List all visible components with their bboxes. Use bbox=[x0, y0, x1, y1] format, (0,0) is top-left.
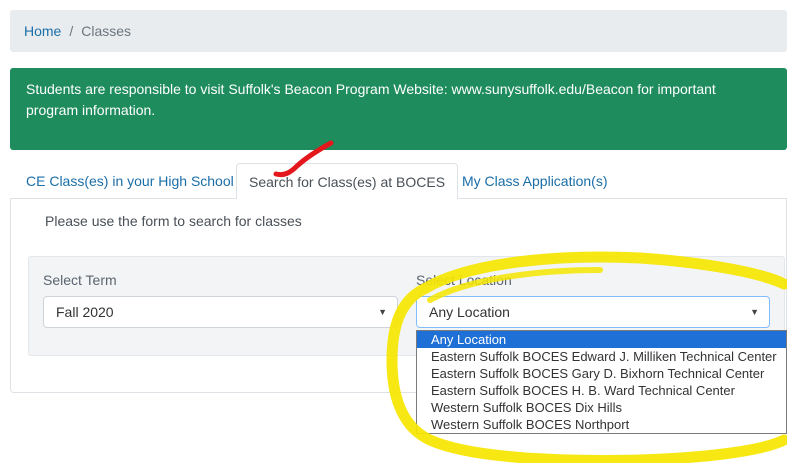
breadcrumb: Home / Classes bbox=[10, 10, 787, 52]
beacon-info-alert: Students are responsible to visit Suffol… bbox=[10, 68, 787, 150]
breadcrumb-separator: / bbox=[69, 23, 74, 39]
breadcrumb-current: Classes bbox=[81, 23, 132, 39]
tab-search-boces[interactable]: Search for Class(es) at BOCES bbox=[236, 163, 459, 200]
location-dropdown-list: Any Location Eastern Suffolk BOCES Edwar… bbox=[416, 330, 787, 434]
location-option[interactable]: Eastern Suffolk BOCES H. B. Ward Technic… bbox=[417, 382, 786, 399]
tab-my-applications[interactable]: My Class Application(s) bbox=[450, 163, 620, 199]
term-select[interactable]: Fall 2020 ▼ bbox=[43, 296, 398, 328]
location-label: Select Location bbox=[416, 272, 512, 288]
tab-ce-classes[interactable]: CE Class(es) in your High School bbox=[14, 163, 246, 199]
location-option[interactable]: Western Suffolk BOCES Dix Hills bbox=[417, 399, 786, 416]
location-option[interactable]: Eastern Suffolk BOCES Gary D. Bixhorn Te… bbox=[417, 365, 786, 382]
location-select[interactable]: Any Location ▼ bbox=[416, 296, 770, 328]
location-select-value: Any Location bbox=[429, 304, 510, 320]
term-label: Select Term bbox=[43, 272, 117, 288]
breadcrumb-home-link[interactable]: Home bbox=[24, 23, 61, 39]
chevron-down-icon: ▼ bbox=[378, 307, 387, 317]
tab-bar: CE Class(es) in your High School Search … bbox=[10, 163, 787, 200]
search-hint: Please use the form to search for classe… bbox=[45, 213, 302, 229]
location-option[interactable]: Any Location bbox=[417, 331, 786, 348]
location-option[interactable]: Eastern Suffolk BOCES Edward J. Milliken… bbox=[417, 348, 786, 365]
location-option[interactable]: Western Suffolk BOCES Northport bbox=[417, 416, 786, 433]
term-select-value: Fall 2020 bbox=[56, 304, 114, 320]
chevron-down-icon: ▼ bbox=[750, 307, 759, 317]
